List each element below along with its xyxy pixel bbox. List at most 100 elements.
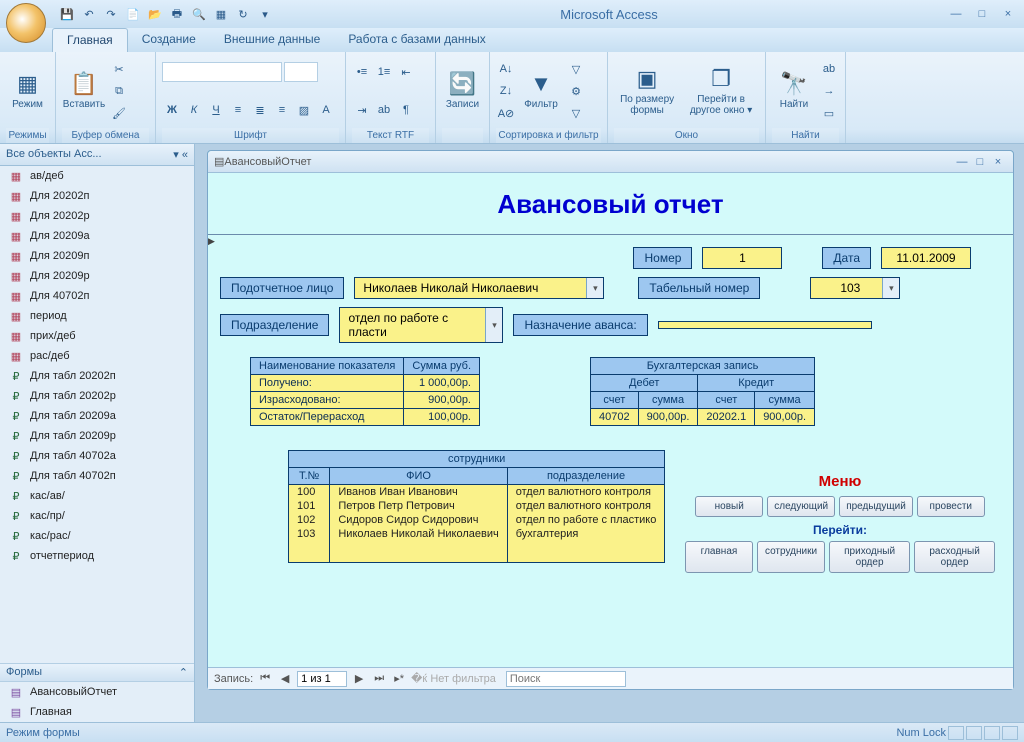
nav-item[interactable]: ₽кас/ав/	[0, 486, 194, 506]
nav-first-icon[interactable]: ⏮	[257, 672, 273, 685]
toggle-filter-icon[interactable]: ▽	[566, 103, 586, 123]
font-size-select[interactable]	[284, 62, 318, 82]
nav-item[interactable]: ₽кас/рас/	[0, 526, 194, 546]
nav-new-icon[interactable]: ▸*	[391, 672, 407, 685]
view-datasheet-icon[interactable]	[966, 726, 982, 740]
refresh-icon[interactable]: ↻	[234, 5, 252, 23]
selection-filter-icon[interactable]: ▽	[566, 59, 586, 79]
nav-item[interactable]: ▦Для 20202п	[0, 186, 194, 206]
italic-icon[interactable]: К	[184, 100, 204, 120]
save-icon[interactable]: 💾	[58, 5, 76, 23]
switch-window-button[interactable]: ❐Перейти в другое окно ▾	[683, 66, 759, 117]
sort-asc-icon[interactable]: A↓	[496, 59, 516, 79]
print-icon[interactable]: 🖶	[168, 5, 186, 23]
numbering-icon[interactable]: 1≡	[374, 62, 394, 82]
view-button[interactable]: ▦Режим	[6, 71, 49, 111]
align-center-icon[interactable]: ≣	[250, 100, 270, 120]
ltr-icon[interactable]: ¶	[396, 100, 416, 120]
minimize-button[interactable]: —	[944, 5, 968, 23]
filter-button[interactable]: ▼Фильтр	[519, 71, 563, 111]
field-lico[interactable]: Николаев Николай Николаевич	[354, 277, 604, 299]
format-painter-icon[interactable]: 🖌	[109, 103, 129, 123]
menu-button[interactable]: провести	[917, 496, 985, 517]
nav-item[interactable]: ₽Для табл 40702а	[0, 446, 194, 466]
maximize-button[interactable]: □	[970, 5, 994, 23]
copy-icon[interactable]: ⧉	[109, 81, 129, 101]
nav-item[interactable]: ₽Для табл 20209р	[0, 426, 194, 446]
nav-item[interactable]: ▦рас/деб	[0, 346, 194, 366]
replace-icon[interactable]: ab	[819, 59, 839, 79]
nav-item[interactable]: ₽отчетпериод	[0, 546, 194, 566]
menu-button[interactable]: приходный ордер	[829, 541, 910, 573]
menu-button[interactable]: следующий	[767, 496, 835, 517]
cell[interactable]: 900,00р.	[638, 409, 698, 426]
nav-prev-icon[interactable]: ◀	[277, 672, 293, 685]
view-form-icon[interactable]	[948, 726, 964, 740]
tab-home[interactable]: Главная	[52, 28, 128, 52]
nav-header[interactable]: Все объекты Acc...▾ «	[0, 144, 194, 166]
field-data[interactable]: 11.01.2009	[881, 247, 971, 269]
cell[interactable]: 40702	[591, 409, 639, 426]
nav-item[interactable]: ▦Для 20209п	[0, 246, 194, 266]
goto-icon[interactable]: →	[819, 81, 839, 101]
field-nazn[interactable]	[658, 321, 872, 329]
indent-dec-icon[interactable]: ⇤	[396, 62, 416, 82]
nav-item[interactable]: ₽Для табл 20202р	[0, 386, 194, 406]
nav-item-form[interactable]: ▤АвансовыйОтчет	[0, 682, 194, 702]
qat-more-icon[interactable]: ▾	[256, 5, 274, 23]
menu-button[interactable]: сотрудники	[757, 541, 825, 573]
select-icon[interactable]: ▭	[819, 103, 839, 123]
menu-button[interactable]: расходный ордер	[914, 541, 995, 573]
field-tabel[interactable]: 103	[810, 277, 900, 299]
font-color-icon[interactable]: A	[316, 100, 336, 120]
advanced-filter-icon[interactable]: ⚙	[566, 81, 586, 101]
field-podr[interactable]: отдел по работе с пласти	[339, 307, 503, 343]
nav-item-form[interactable]: ▤Главная	[0, 702, 194, 722]
cut-icon[interactable]: ✂	[109, 59, 129, 79]
undo-icon[interactable]: ↶	[80, 5, 98, 23]
nav-item[interactable]: ₽Для табл 40702п	[0, 466, 194, 486]
nav-item[interactable]: ▦период	[0, 306, 194, 326]
records-button[interactable]: 🔄Записи	[442, 71, 483, 111]
fit-form-button[interactable]: ▣По размеру формы	[614, 66, 680, 117]
nav-item[interactable]: ₽кас/пр/	[0, 506, 194, 526]
nav-item[interactable]: ▦ав/деб	[0, 166, 194, 186]
form-close-button[interactable]: ×	[989, 156, 1007, 168]
form-maximize-button[interactable]: □	[971, 156, 989, 168]
nav-item[interactable]: ₽Для табл 20209а	[0, 406, 194, 426]
nav-item[interactable]: ▦Для 20209р	[0, 266, 194, 286]
nav-last-icon[interactable]: ⏭	[371, 672, 387, 685]
nav-item[interactable]: ▦прих/деб	[0, 326, 194, 346]
preview-icon[interactable]: 🔍	[190, 5, 208, 23]
find-button[interactable]: 🔭Найти	[772, 71, 816, 111]
close-button[interactable]: ×	[996, 5, 1020, 23]
view-design-icon[interactable]	[1002, 726, 1018, 740]
nav-item[interactable]: ₽Для табл 20202п	[0, 366, 194, 386]
nav-item[interactable]: ▦Для 20209а	[0, 226, 194, 246]
paste-button[interactable]: 📋Вставить	[62, 71, 106, 111]
font-family-select[interactable]	[162, 62, 282, 82]
redo-icon[interactable]: ↷	[102, 5, 120, 23]
nav-item[interactable]: ▦Для 40702п	[0, 286, 194, 306]
menu-button[interactable]: новый	[695, 496, 763, 517]
align-right-icon[interactable]: ≡	[272, 100, 292, 120]
clear-sort-icon[interactable]: A⊘	[496, 103, 516, 123]
search-input[interactable]	[506, 671, 626, 687]
form-minimize-button[interactable]: —	[953, 156, 971, 168]
align-left-icon[interactable]: ≡	[228, 100, 248, 120]
form-icon[interactable]: ▦	[212, 5, 230, 23]
underline-icon[interactable]: Ч	[206, 100, 226, 120]
tab-database[interactable]: Работа с базами данных	[334, 28, 499, 52]
tab-create[interactable]: Создание	[128, 28, 210, 52]
bullets-icon[interactable]: •≡	[352, 62, 372, 82]
recnav-pos[interactable]	[297, 671, 347, 687]
nav-item[interactable]: ▦Для 20202р	[0, 206, 194, 226]
fill-icon[interactable]: ▨	[294, 100, 314, 120]
menu-button[interactable]: главная	[685, 541, 753, 573]
bold-icon[interactable]: Ж	[162, 100, 182, 120]
nav-section-forms[interactable]: Формы⌃	[0, 663, 194, 682]
open-icon[interactable]: 📂	[146, 5, 164, 23]
tab-external[interactable]: Внешние данные	[210, 28, 335, 52]
cell[interactable]: 20202.1	[698, 409, 755, 426]
indent-inc-icon[interactable]: ⇥	[352, 100, 372, 120]
